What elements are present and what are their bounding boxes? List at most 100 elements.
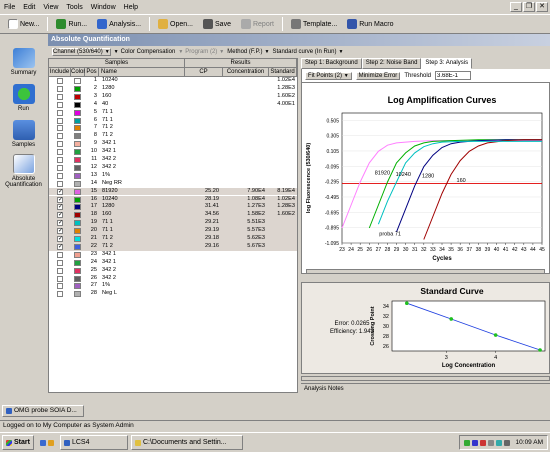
include-checkbox[interactable] bbox=[57, 78, 63, 84]
desktop-icon[interactable] bbox=[39, 439, 46, 446]
include-checkbox[interactable] bbox=[57, 172, 63, 179]
table-row[interactable]: 8 71 2 bbox=[49, 132, 297, 140]
color-swatch[interactable] bbox=[74, 149, 81, 156]
include-checkbox[interactable] bbox=[57, 291, 63, 298]
document-tab[interactable]: OMG probe SOIA D... bbox=[2, 405, 84, 417]
color-swatch[interactable] bbox=[74, 125, 81, 132]
color-swatch[interactable] bbox=[74, 188, 81, 195]
include-checkbox[interactable]: ✓ bbox=[57, 236, 63, 242]
table-row[interactable]: ✓ 16 10240 28.19 1.08E4 1.02E4 bbox=[49, 195, 297, 204]
threshold-input[interactable] bbox=[435, 71, 471, 80]
color-swatch[interactable] bbox=[74, 85, 81, 92]
new-button[interactable]: New... bbox=[4, 16, 43, 32]
table-row[interactable]: 4 40 4.00E1 bbox=[49, 101, 297, 109]
include-checkbox[interactable] bbox=[57, 117, 63, 124]
menu-window[interactable]: Window bbox=[87, 4, 120, 11]
menu-file[interactable]: File bbox=[0, 4, 19, 11]
table-row[interactable]: 28 Neg L bbox=[49, 290, 297, 298]
include-checkbox[interactable] bbox=[57, 93, 63, 100]
color-swatch[interactable] bbox=[74, 228, 81, 235]
report-button[interactable]: Report bbox=[237, 16, 278, 32]
tray-icon[interactable] bbox=[479, 439, 486, 446]
nav-run[interactable]: Run bbox=[0, 84, 47, 112]
tray-icon[interactable] bbox=[463, 439, 470, 446]
include-checkbox[interactable] bbox=[57, 283, 63, 290]
table-row[interactable]: ✓ 18 160 34.56 1.58E2 1.60E2 bbox=[49, 211, 297, 220]
run-macro-button[interactable]: Run Macro bbox=[343, 16, 397, 32]
table-row[interactable]: 11 342 2 bbox=[49, 156, 297, 164]
start-button[interactable]: Start bbox=[2, 435, 34, 450]
column-header-color[interactable]: Color bbox=[71, 68, 85, 77]
color-swatch[interactable] bbox=[74, 109, 81, 116]
color-swatch[interactable] bbox=[74, 251, 81, 258]
color-compensation-select[interactable]: ▼ Color Compensation bbox=[114, 49, 176, 55]
include-checkbox[interactable]: ✓ bbox=[57, 220, 63, 227]
color-swatch[interactable] bbox=[74, 236, 81, 242]
include-checkbox[interactable] bbox=[57, 133, 63, 140]
include-checkbox[interactable]: ✓ bbox=[57, 228, 63, 235]
table-row[interactable]: ✓ 17 1280 31.41 1.27E3 1.28E3 bbox=[49, 203, 297, 212]
explorer-icon[interactable] bbox=[47, 439, 54, 446]
include-checkbox[interactable] bbox=[57, 101, 63, 108]
color-swatch[interactable] bbox=[74, 141, 81, 148]
color-swatch[interactable] bbox=[74, 204, 81, 211]
color-swatch[interactable] bbox=[74, 78, 81, 84]
table-row[interactable]: ✓ 22 71 2 29.16 5.67E3 bbox=[49, 242, 297, 251]
column-header-standard[interactable]: Standard bbox=[269, 68, 297, 77]
minimize-button[interactable]: _ bbox=[510, 2, 522, 12]
color-swatch[interactable] bbox=[74, 133, 81, 140]
table-row[interactable]: 2 1280 1.28E3 bbox=[49, 85, 297, 93]
menu-help[interactable]: Help bbox=[120, 4, 142, 11]
include-checkbox[interactable]: ✓ bbox=[57, 188, 63, 195]
include-checkbox[interactable] bbox=[57, 267, 63, 274]
column-header-concentration[interactable]: Concentration bbox=[223, 68, 269, 77]
standard-curve-select[interactable]: Standard curve (In Run) ▼ bbox=[272, 49, 343, 55]
analysis-button[interactable]: Analysis... bbox=[93, 16, 145, 32]
color-swatch[interactable] bbox=[74, 275, 81, 282]
taskbar-item-lcs4[interactable]: LCS4 bbox=[59, 435, 128, 450]
minimize-error-button[interactable]: Minimize Error bbox=[355, 71, 401, 80]
channel-select[interactable]: Channel (530/640) ▼ bbox=[52, 48, 111, 56]
include-checkbox[interactable] bbox=[57, 85, 63, 92]
color-swatch[interactable] bbox=[74, 172, 81, 179]
include-checkbox[interactable]: ✓ bbox=[57, 196, 63, 203]
color-swatch[interactable] bbox=[74, 180, 81, 187]
tab-background[interactable]: Step 1: Background bbox=[301, 58, 362, 69]
table-row[interactable]: 13 1% bbox=[49, 172, 297, 180]
table-row[interactable]: 1 10240 1.02E4 bbox=[49, 77, 297, 85]
color-swatch[interactable] bbox=[74, 259, 81, 266]
run-button[interactable]: Run... bbox=[52, 16, 91, 32]
include-checkbox[interactable] bbox=[57, 149, 63, 156]
table-row[interactable]: ✓ 15 81920 25.20 7.90E4 8.19E4 bbox=[49, 187, 297, 196]
open-button[interactable]: Open... bbox=[154, 16, 197, 32]
color-swatch[interactable] bbox=[74, 212, 81, 219]
color-swatch[interactable] bbox=[74, 164, 81, 171]
table-row[interactable]: ✓ 19 71 1 29.21 5.51E3 bbox=[49, 219, 297, 228]
column-header-include[interactable]: Include bbox=[49, 68, 71, 77]
color-swatch[interactable] bbox=[74, 283, 81, 290]
column-header-name[interactable]: Name bbox=[99, 68, 185, 77]
include-checkbox[interactable] bbox=[57, 141, 63, 148]
column-header-cp[interactable]: CP bbox=[185, 68, 223, 77]
color-swatch[interactable] bbox=[74, 117, 81, 124]
color-swatch[interactable] bbox=[74, 101, 81, 108]
table-row[interactable]: 5 71 1 bbox=[49, 109, 297, 117]
nav-samples[interactable]: Samples bbox=[0, 120, 47, 148]
color-swatch[interactable] bbox=[74, 157, 81, 163]
include-checkbox[interactable] bbox=[57, 125, 63, 132]
table-row[interactable]: 27 1% bbox=[49, 282, 297, 290]
table-row[interactable]: 14 Neg RR bbox=[49, 180, 297, 188]
include-checkbox[interactable]: ✓ bbox=[57, 212, 63, 219]
fit-points-select[interactable]: Fit Points (2) ▼ bbox=[305, 71, 352, 80]
tray-icon[interactable] bbox=[487, 439, 494, 446]
template-button[interactable]: Template... bbox=[287, 16, 341, 32]
include-checkbox[interactable]: ✓ bbox=[57, 243, 63, 250]
panel-splitter[interactable] bbox=[301, 376, 550, 381]
color-swatch[interactable] bbox=[74, 220, 81, 227]
include-checkbox[interactable]: ✓ bbox=[57, 204, 63, 211]
nav-summary[interactable]: Summary bbox=[0, 48, 47, 76]
color-swatch[interactable] bbox=[74, 196, 81, 203]
save-button[interactable]: Save bbox=[199, 16, 235, 32]
include-checkbox[interactable] bbox=[57, 259, 63, 266]
menu-view[interactable]: View bbox=[39, 4, 62, 11]
